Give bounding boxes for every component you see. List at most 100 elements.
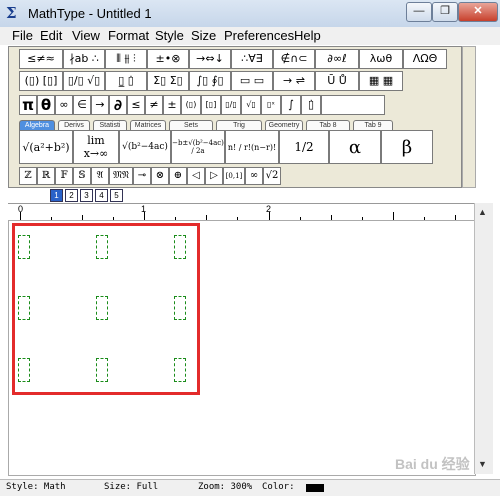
field-symbol-button[interactable]: 𝔽 <box>55 167 73 185</box>
fractions-palette-button[interactable]: ▯/▯ √▯ <box>63 71 105 91</box>
right-arrow-button[interactable]: → <box>91 95 109 115</box>
menu-size[interactable]: Size <box>191 28 216 43</box>
sets-palette-button[interactable]: ∉∩⊂ <box>273 49 315 69</box>
template-limit[interactable]: lim x→∞ <box>73 130 119 164</box>
template-hypotenuse[interactable]: √(a²+b²) <box>19 130 73 164</box>
fraktur-mn-button[interactable]: 𝔐𝔑 <box>109 167 133 185</box>
integral-button[interactable]: ∫ <box>281 95 301 115</box>
matrices-palette-button[interactable]: ▦ ▦ <box>359 71 403 91</box>
greek-upper-palette-button[interactable]: ΛΩΘ <box>403 49 447 69</box>
tab-matrices[interactable]: Matrices <box>130 120 166 130</box>
superscript-button[interactable]: ▯ˣ <box>261 95 281 115</box>
ruler-tick <box>144 212 145 220</box>
document-scrollbar[interactable]: ▲ ▼ <box>474 203 493 474</box>
minimize-button[interactable]: — <box>406 2 432 22</box>
tab-trig[interactable]: Trig <box>216 120 262 130</box>
title-bar: Σ MathType - Untitled 1 — ❐ ✕ <box>0 0 500 28</box>
scroll-up-icon[interactable]: ▲ <box>478 207 487 217</box>
dot-accent-button[interactable]: ▯̇ <box>301 95 321 115</box>
mathtype-logo-icon: Σ <box>6 4 17 22</box>
misc-palette-button[interactable]: ∂∞ℓ <box>315 49 359 69</box>
element-of-button[interactable]: ∈ <box>73 95 91 115</box>
menu-edit[interactable]: Edit <box>40 28 62 43</box>
otimes-button[interactable]: ⊗ <box>151 167 169 185</box>
watermark: Bai du 经验 <box>395 456 470 472</box>
tab-algebra[interactable]: Algebra <box>19 120 55 130</box>
bars-palette-button[interactable]: ▭ ▭ <box>231 71 273 91</box>
template-alpha[interactable]: α <box>329 130 381 164</box>
left-triangle-button[interactable]: ◁ <box>187 167 205 185</box>
less-equal-button[interactable]: ≤ <box>127 95 145 115</box>
matrix-highlight-box <box>12 223 200 395</box>
menu-bar: File Edit View Format Style Size Prefere… <box>0 27 500 45</box>
tab-geometry[interactable]: Geometry <box>265 120 303 130</box>
ruler[interactable]: 0 1 2 <box>8 203 474 221</box>
multimap-button[interactable]: ⊸ <box>133 167 151 185</box>
size-tab-2[interactable]: 2 <box>65 189 78 202</box>
size-tab-5[interactable]: 5 <box>110 189 123 202</box>
menu-format[interactable]: Format <box>108 28 149 43</box>
tab-sets[interactable]: Sets <box>169 120 213 130</box>
size-tab-1[interactable]: 1 <box>50 189 63 202</box>
template-one-half[interactable]: 1/2 <box>279 130 329 164</box>
labeled-arrows-palette-button[interactable]: → ⇌ <box>273 71 315 91</box>
theta-symbol-button[interactable]: θ <box>37 95 55 115</box>
fraktur-a-button[interactable]: 𝔄 <box>91 167 109 185</box>
parentheses-button[interactable]: (▯) <box>181 95 201 115</box>
integrals-palette-button[interactable]: ∫▯ ∮▯ <box>189 71 231 91</box>
integers-symbol-button[interactable]: ℤ <box>19 167 37 185</box>
plus-minus-button[interactable]: ± <box>163 95 181 115</box>
fraction-button[interactable]: ▯/▯ <box>221 95 241 115</box>
infinity-symbol-button[interactable]: ∞ <box>55 95 73 115</box>
embellishments-palette-button[interactable]: ⫴ ⫵ ⫶ <box>105 49 147 69</box>
interval-button[interactable]: [0,1] <box>223 167 245 185</box>
toolbar-scrollbar[interactable] <box>462 46 476 188</box>
tab-derivs[interactable]: Derivs <box>58 120 90 130</box>
operators-palette-button[interactable]: ±•⊗ <box>147 49 189 69</box>
scripts-palette-button[interactable]: ▯̲ ▯̇ <box>105 71 147 91</box>
status-color-label: Color: <box>262 482 295 492</box>
right-triangle-button[interactable]: ▷ <box>205 167 223 185</box>
brackets-button[interactable]: [▯] <box>201 95 221 115</box>
scroll-down-icon[interactable]: ▼ <box>478 459 487 469</box>
spaces-palette-button[interactable]: ∤ab ∴ <box>63 49 105 69</box>
status-bar: Style: Math Size: Full Zoom: 300% Color: <box>0 479 500 496</box>
greek-lower-palette-button[interactable]: λωθ <box>359 49 403 69</box>
s-symbol-button[interactable]: 𝕊 <box>73 167 91 185</box>
color-swatch[interactable] <box>306 484 324 492</box>
close-button[interactable]: ✕ <box>458 2 498 22</box>
arrows-palette-button[interactable]: →⇔↓ <box>189 49 231 69</box>
menu-style[interactable]: Style <box>155 28 184 43</box>
template-row: √(a²+b²) lim x→∞ √(b²−4ac) −b±√(b²−4ac) … <box>19 130 433 164</box>
status-zoom: Zoom: 300% <box>198 482 253 492</box>
relations-palette-button[interactable]: ≤≠≈ <box>19 49 63 69</box>
menu-view[interactable]: View <box>72 28 100 43</box>
not-equal-button[interactable]: ≠ <box>145 95 163 115</box>
tab-statistics[interactable]: Statisti <box>93 120 127 130</box>
tab-9[interactable]: Tab 9 <box>353 120 393 130</box>
template-beta[interactable]: β <box>381 130 433 164</box>
menu-file[interactable]: File <box>12 28 33 43</box>
size-tab-4[interactable]: 4 <box>95 189 108 202</box>
sqrt-button[interactable]: √▯ <box>241 95 261 115</box>
maximize-button[interactable]: ❐ <box>432 2 458 22</box>
size-tab-3[interactable]: 3 <box>80 189 93 202</box>
menu-preferences[interactable]: Preferences <box>224 28 294 43</box>
pi-symbol-button[interactable]: π <box>19 95 37 115</box>
partial-button[interactable]: ∂ <box>109 95 127 115</box>
template-discriminant[interactable]: √(b²−4ac) <box>119 130 171 164</box>
status-style: Style: Math <box>6 482 66 492</box>
size-tabs: 1 2 3 4 5 <box>50 189 125 202</box>
template-quadratic-formula[interactable]: −b±√(b²−4ac) / 2a <box>171 130 225 164</box>
logic-palette-button[interactable]: ∴∀∃ <box>231 49 273 69</box>
reals-symbol-button[interactable]: ℝ <box>37 167 55 185</box>
menu-help[interactable]: Help <box>294 28 321 43</box>
fences-palette-button[interactable]: (▯) [▯] <box>19 71 63 91</box>
template-combination[interactable]: n! / r!(n−r)! <box>225 130 279 164</box>
products-palette-button[interactable]: Ū Ů <box>315 71 359 91</box>
tab-8[interactable]: Tab 8 <box>306 120 350 130</box>
infinity-button[interactable]: ∞ <box>245 167 263 185</box>
oplus-button[interactable]: ⊕ <box>169 167 187 185</box>
sqrt2-button[interactable]: √2 <box>263 167 281 185</box>
sums-palette-button[interactable]: Σ▯ Σ▯ <box>147 71 189 91</box>
